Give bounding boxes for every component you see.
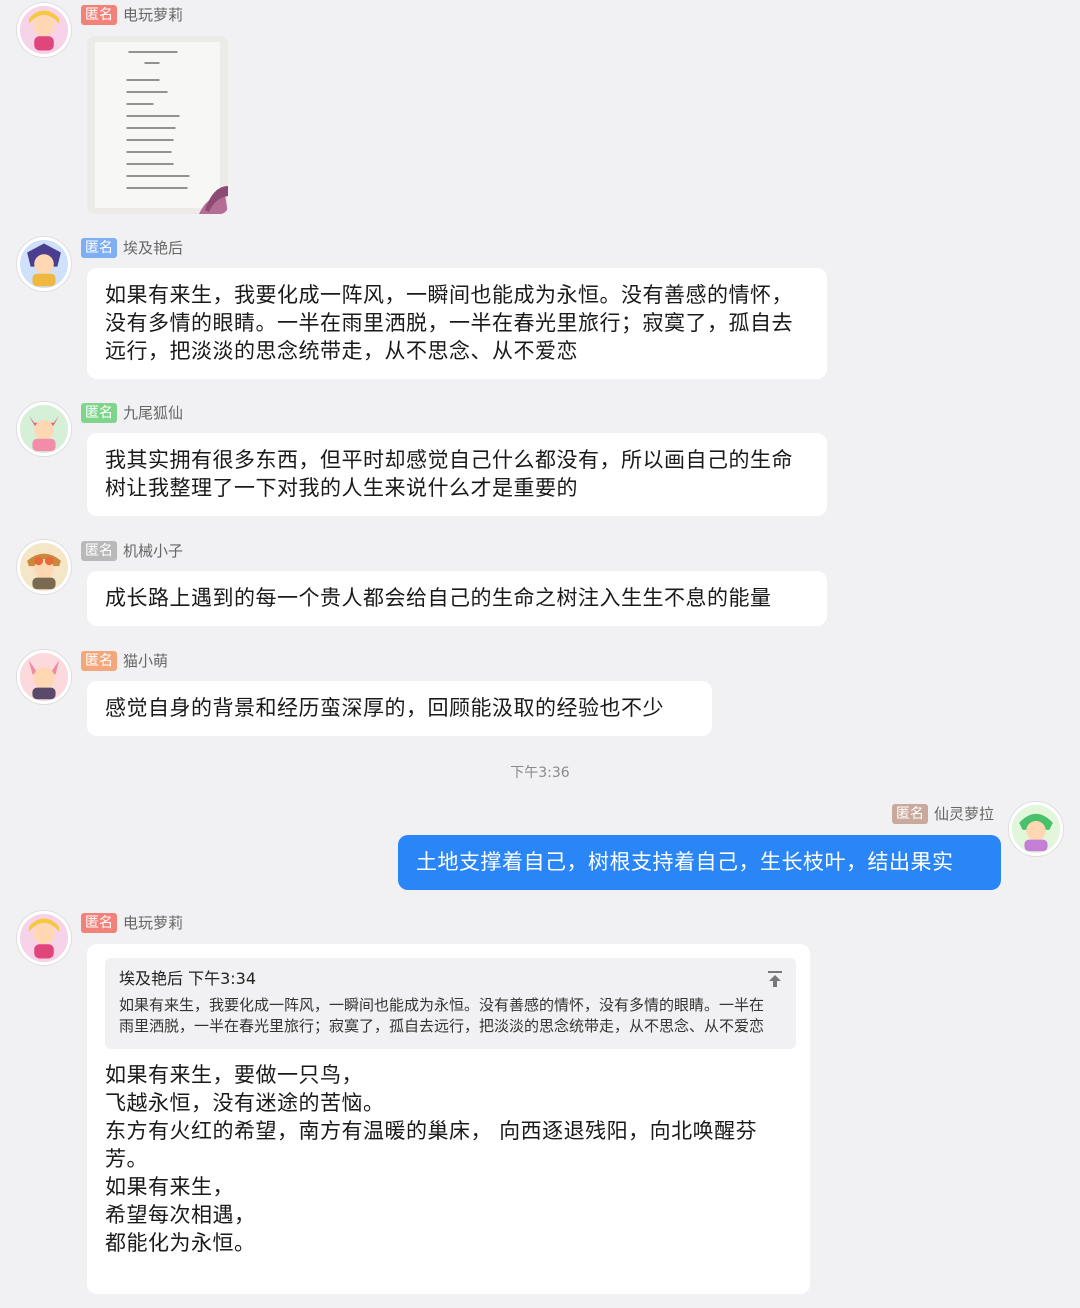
shared-image[interactable] [87,36,228,214]
anon-badge: 匿名 [81,402,117,423]
message-meta: 匿名 机械小子 [81,540,183,561]
my-message-bubble[interactable]: 土地支撑着自己，树根支持着自己，生长枝叶，结出果实 [398,835,1001,890]
avatar-dianwan-luoli-icon [20,6,68,54]
sender-name: 猫小萌 [123,652,169,670]
avatar-dianwan-luoli-icon [20,914,68,962]
sender-name: 电玩萝莉 [123,914,184,932]
reply-message-bubble[interactable]: 埃及艳后 下午3:34 如果有来生，我要化成一阵风，一瞬间也能成为永恒。没有善感… [87,944,810,1294]
quote-header: 埃及艳后 下午3:34 [119,968,782,989]
avatar-mao-xiaomeng[interactable] [17,650,71,704]
message-bubble[interactable]: 如果有来生，我要化成一阵风，一瞬间也能成为永恒。没有善感的情怀，没有多情的眼睛。… [87,268,827,379]
avatar-dianwan-luoli[interactable] [17,3,71,57]
message-text: 我其实拥有很多东西，但平时却感觉自己什么都没有，所以画自己的生命树让我整理了一下… [105,448,793,500]
message-text: 如果有来生，我要化成一阵风，一瞬间也能成为永恒。没有善感的情怀，没有多情的眼睛。… [105,283,793,363]
sender-name: 电玩萝莉 [123,6,184,24]
anon-badge: 匿名 [81,540,117,561]
avatar-dianwan-luoli[interactable] [17,911,71,965]
avatar-xianling-luola[interactable] [1009,802,1063,856]
jump-to-message-icon[interactable] [766,970,784,988]
message-meta: 匿名 埃及艳后 [81,237,183,258]
message-bubble[interactable]: 感觉自身的背景和经历蛮深厚的，回顾能汲取的经验也不少 [87,681,712,736]
message-meta: 匿名 九尾狐仙 [81,402,183,423]
message-meta: 匿名 猫小萌 [81,650,168,671]
avatar-aiji-yanhou[interactable] [17,237,71,291]
sender-name: 仙灵萝拉 [934,805,995,823]
quote-time: 下午3:34 [188,969,257,988]
avatar-aiji-yanhou-icon [20,240,68,288]
sender-name: 机械小子 [123,542,184,560]
avatar-xianling-luola-icon [1012,805,1060,853]
quote-sender: 埃及艳后 [119,969,184,988]
quoted-message[interactable]: 埃及艳后 下午3:34 如果有来生，我要化成一阵风，一瞬间也能成为永恒。没有善感… [105,958,796,1049]
anon-badge: 匿名 [892,803,928,824]
message-text: 土地支撑着自己，树根支持着自己，生长枝叶，结出果实 [416,850,954,874]
avatar-jixie-xiaozi[interactable] [17,540,71,594]
anon-badge: 匿名 [81,4,117,25]
anon-badge: 匿名 [81,912,117,933]
anon-badge: 匿名 [81,650,117,671]
avatar-mao-xiaomeng-icon [20,653,68,701]
quote-text: 如果有来生，我要化成一阵风，一瞬间也能成为永恒。没有善感的情怀，没有多情的眼睛。… [119,996,765,1035]
message-text: 成长路上遇到的每一个贵人都会给自己的生命之树注入生生不息的能量 [105,586,772,610]
message-meta: 匿名 仙灵萝拉 [892,803,994,824]
message-meta: 匿名 电玩萝莉 [81,4,183,25]
avatar-jiuwei-huxian[interactable] [17,402,71,456]
message-text: 感觉自身的背景和经历蛮深厚的，回顾能汲取的经验也不少 [105,696,664,720]
handwritten-note-image [87,36,228,214]
avatar-jiuwei-huxian-icon [20,405,68,453]
sender-name: 埃及艳后 [123,239,184,257]
sender-name: 九尾狐仙 [123,404,184,422]
avatar-jixie-xiaozi-icon [20,543,68,591]
chat-timestamp: 下午3:36 [510,765,570,781]
message-text: 如果有来生，要做一只鸟， 飞越永恒，没有迷途的苦恼。 东方有火红的希望，南方有温… [105,1063,758,1255]
anon-badge: 匿名 [81,237,117,258]
message-bubble[interactable]: 成长路上遇到的每一个贵人都会给自己的生命之树注入生生不息的能量 [87,571,827,626]
message-meta: 匿名 电玩萝莉 [81,912,183,933]
message-bubble[interactable]: 我其实拥有很多东西，但平时却感觉自己什么都没有，所以画自己的生命树让我整理了一下… [87,433,827,516]
